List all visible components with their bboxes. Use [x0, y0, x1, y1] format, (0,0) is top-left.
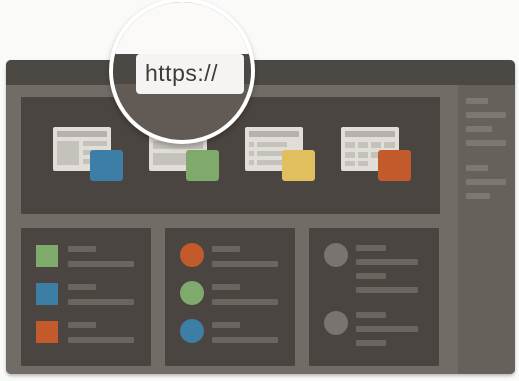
address-bar[interactable]: https://: [136, 54, 244, 94]
green-circle-icon: [180, 281, 204, 305]
list-item-text: [212, 337, 278, 343]
sidebar-item[interactable]: [466, 126, 492, 132]
list-item-text: [356, 259, 418, 265]
yellow-badge: [282, 150, 315, 181]
list-item-text: [68, 337, 134, 343]
orange-circle-icon: [180, 243, 204, 267]
list-item-title: [212, 322, 240, 328]
blue-square-icon: [36, 283, 58, 305]
template-tile-list[interactable]: [245, 127, 315, 183]
list-item-title: [356, 312, 386, 318]
list-item-title: [68, 246, 96, 252]
blue-badge: [90, 150, 123, 181]
list-item-text: [356, 326, 418, 332]
list-item-title: [212, 246, 240, 252]
sidebar-item[interactable]: [466, 112, 506, 118]
list-item-text: [356, 340, 386, 346]
green-square-icon: [36, 245, 58, 267]
blue-circle-icon: [180, 319, 204, 343]
orange-badge: [378, 150, 411, 181]
list-item-text: [68, 261, 134, 267]
list-item-title: [68, 284, 96, 290]
magnifier-lens: https://: [109, 0, 255, 144]
list-item-title: [68, 322, 96, 328]
address-bar-url: https://: [145, 60, 219, 86]
sidebar-item[interactable]: [466, 179, 506, 185]
avatar: [324, 311, 348, 335]
list-item-text: [68, 299, 134, 305]
list-item-text: [356, 287, 418, 293]
sidebar-item[interactable]: [466, 193, 490, 199]
list-item-title: [356, 245, 386, 251]
template-tile-grid[interactable]: [341, 127, 411, 183]
square-list-panel: [21, 228, 151, 366]
list-item-text: [356, 273, 386, 279]
sidebar-item[interactable]: [466, 140, 506, 146]
circle-list-panel: [165, 228, 295, 366]
sidebar: [458, 85, 515, 374]
orange-square-icon: [36, 321, 58, 343]
green-badge: [186, 150, 219, 181]
sidebar-item[interactable]: [466, 165, 488, 171]
list-item-text: [212, 261, 278, 267]
template-tile-browser[interactable]: [53, 127, 123, 183]
window-titlebar: [6, 60, 515, 85]
profile-list-panel: [309, 228, 439, 366]
avatar: [324, 243, 348, 267]
list-item-text: [212, 299, 278, 305]
app-window: [6, 60, 515, 374]
sidebar-item[interactable]: [466, 98, 488, 104]
list-item-title: [212, 284, 240, 290]
